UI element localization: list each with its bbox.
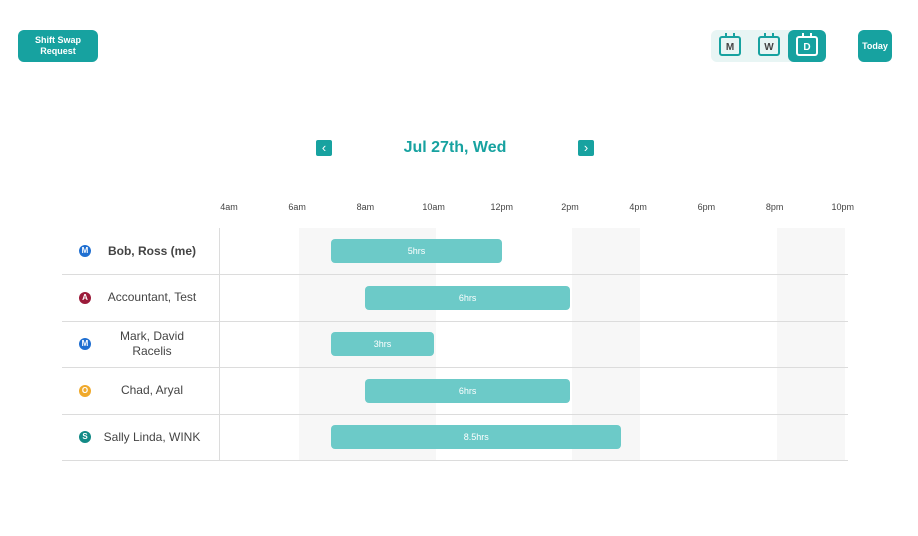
view-toggle-group: M W D — [711, 30, 826, 62]
role-badge-icon: S — [79, 431, 91, 444]
employee-name[interactable]: Sally Linda, WINK — [100, 414, 204, 460]
time-tick-label: 10am — [422, 202, 445, 212]
employee-name[interactable]: Accountant, Test — [100, 275, 204, 321]
time-tick-label: 10pm — [831, 202, 855, 212]
employee-row: M Mark, David Racelis 3hrs — [62, 321, 848, 369]
calendar-icon: W — [758, 33, 780, 56]
employee-name[interactable]: Mark, David Racelis — [100, 321, 204, 367]
time-tick-label: 12pm — [490, 202, 514, 212]
shift-bar[interactable]: 5hrs — [331, 239, 502, 263]
employee-row: A Accountant, Test 6hrs — [62, 274, 848, 322]
time-tick-label: 8pm — [765, 202, 784, 212]
time-tick-label: 2pm — [561, 202, 579, 212]
day-view-button[interactable]: D — [788, 30, 826, 62]
employee-name-cell: M Mark, David Racelis — [62, 321, 220, 368]
role-badge-icon: M — [79, 245, 91, 257]
calendar-icon: M — [719, 33, 741, 56]
employee-row: S Sally Linda, WINK 8.5hrs — [62, 414, 848, 462]
today-button[interactable]: Today — [858, 30, 892, 62]
time-tick-label: 6pm — [697, 202, 716, 212]
shift-bar[interactable]: 3hrs — [331, 332, 434, 357]
employee-name[interactable]: Chad, Aryal — [100, 368, 204, 414]
role-badge-icon: A — [79, 291, 91, 304]
shift-bar[interactable]: 6hrs — [365, 285, 570, 310]
next-day-button[interactable]: › — [578, 140, 594, 156]
shift-bar[interactable]: 8.5hrs — [331, 425, 622, 450]
chevron-right-icon: › — [583, 140, 589, 155]
employee-row: M Bob, Ross (me) 5hrs — [62, 228, 848, 275]
time-tick-label: 4pm — [629, 202, 647, 212]
employee-name-cell: S Sally Linda, WINK — [62, 414, 220, 461]
employee-name[interactable]: Bob, Ross (me) — [100, 228, 204, 274]
employee-name-cell: M Bob, Ross (me) — [62, 228, 220, 274]
shift-bar[interactable]: 6hrs — [365, 378, 570, 403]
role-badge-icon: M — [79, 338, 91, 351]
current-date: Jul 27th, Wed — [403, 139, 507, 156]
calendar-icon: D — [796, 33, 818, 56]
employee-name-cell: A Accountant, Test — [62, 274, 220, 321]
previous-day-button[interactable]: ‹ — [316, 140, 332, 156]
chevron-left-icon: ‹ — [321, 140, 327, 155]
time-tick-label: 6am — [288, 202, 306, 212]
month-view-button[interactable]: M — [711, 30, 749, 62]
time-tick-label: 8am — [356, 202, 375, 212]
employee-name-cell: O Chad, Aryal — [62, 367, 220, 414]
employee-row: O Chad, Aryal 6hrs — [62, 367, 848, 415]
shift-swap-request-button[interactable]: Shift Swap Request — [18, 30, 98, 62]
time-tick-label: 4am — [220, 202, 238, 212]
role-badge-icon: O — [79, 384, 91, 397]
week-view-button[interactable]: W — [750, 30, 788, 62]
